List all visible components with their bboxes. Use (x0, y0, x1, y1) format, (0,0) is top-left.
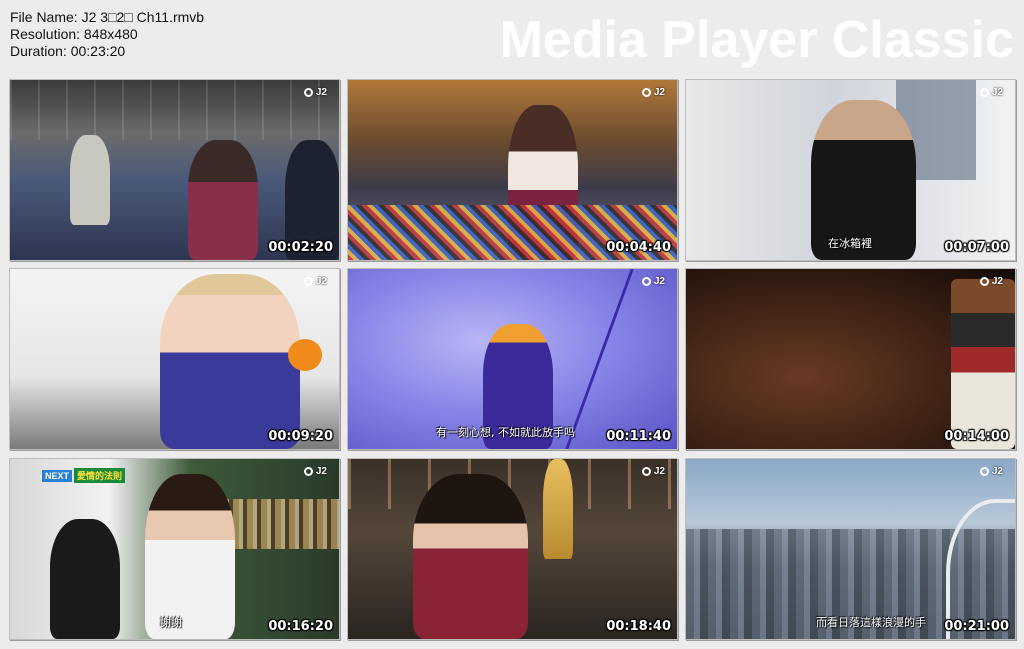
channel-logo: J2 (303, 466, 327, 477)
timestamp: 00:04:40 (606, 240, 671, 255)
circle-icon (303, 88, 313, 97)
file-info: File Name: J2 3□2□ Ch11.rmvb Resolution:… (10, 9, 204, 60)
thumbnail-8[interactable]: J2 00:18:40 (347, 458, 678, 640)
timestamp: 00:07:00 (944, 240, 1009, 255)
woman-figure (145, 474, 235, 639)
next-title: 愛情的法則 (74, 468, 126, 483)
woman-figure (413, 474, 528, 639)
thumbnail-9[interactable]: J2 而看日落這樣浪漫的手 00:21:00 (685, 458, 1016, 640)
duration: Duration: 00:23:20 (10, 43, 126, 59)
stall-figure (70, 135, 110, 225)
next-tag: NEXT (42, 469, 73, 482)
circle-icon (979, 277, 989, 286)
channel-logo: J2 (641, 87, 665, 98)
timestamp: 00:16:20 (268, 619, 333, 634)
champagne-glass (543, 459, 573, 559)
thumbnail-4[interactable]: J2 00:09:20 (9, 268, 340, 450)
subtitle: 有一刻心想, 不如就此放手吗 (436, 426, 575, 439)
channel-logo: J2 (641, 466, 665, 477)
circle-icon (979, 88, 989, 97)
timestamp: 00:09:20 (268, 429, 333, 444)
subtitle: 謝謝 (160, 616, 182, 629)
circle-icon (641, 277, 651, 286)
thumbnail-2[interactable]: J2 00:04:40 (347, 79, 678, 261)
woman-figure (160, 274, 300, 449)
bartender-figure (50, 519, 120, 639)
thumbnail-6[interactable]: J2 00:14:00 (685, 268, 1016, 450)
resolution: Resolution: 848x480 (10, 26, 138, 42)
timestamp: 00:11:40 (606, 429, 671, 444)
next-banner: NEXT 愛情的法則 (42, 468, 126, 483)
circle-icon (303, 467, 313, 476)
channel-logo: J2 (303, 87, 327, 98)
cake-stand (951, 279, 1015, 449)
channel-logo: J2 (979, 466, 1003, 477)
channel-logo: J2 (979, 87, 1003, 98)
circle-icon (641, 88, 651, 97)
channel-logo: J2 (303, 276, 327, 287)
subtitle: 而看日落這樣浪漫的手 (816, 616, 926, 629)
thumbnail-3[interactable]: J2 在冰箱裡 00:07:00 (685, 79, 1016, 261)
subtitle: 在冰箱裡 (828, 237, 872, 250)
channel-logo: J2 (979, 276, 1003, 287)
woman-figure (188, 140, 258, 260)
timestamp: 00:02:20 (268, 240, 333, 255)
file-name: File Name: J2 3□2□ Ch11.rmvb (10, 9, 205, 25)
thumbnail-5[interactable]: J2 有一刻心想, 不如就此放手吗 00:11:40 (347, 268, 678, 450)
circle-icon (303, 277, 313, 286)
timestamp: 00:14:00 (944, 429, 1009, 444)
thumbnail-1[interactable]: J2 00:02:20 (9, 79, 340, 261)
timestamp: 00:21:00 (944, 619, 1009, 634)
circle-icon (641, 467, 651, 476)
channel-logo: J2 (641, 276, 665, 287)
thumbnail-7[interactable]: NEXT 愛情的法則 J2 謝謝 00:16:20 (9, 458, 340, 640)
brand-title: Media Player Classic (499, 11, 1014, 69)
timestamp: 00:18:40 (606, 619, 671, 634)
circle-icon (979, 467, 989, 476)
orange-pumpkin (288, 339, 322, 371)
